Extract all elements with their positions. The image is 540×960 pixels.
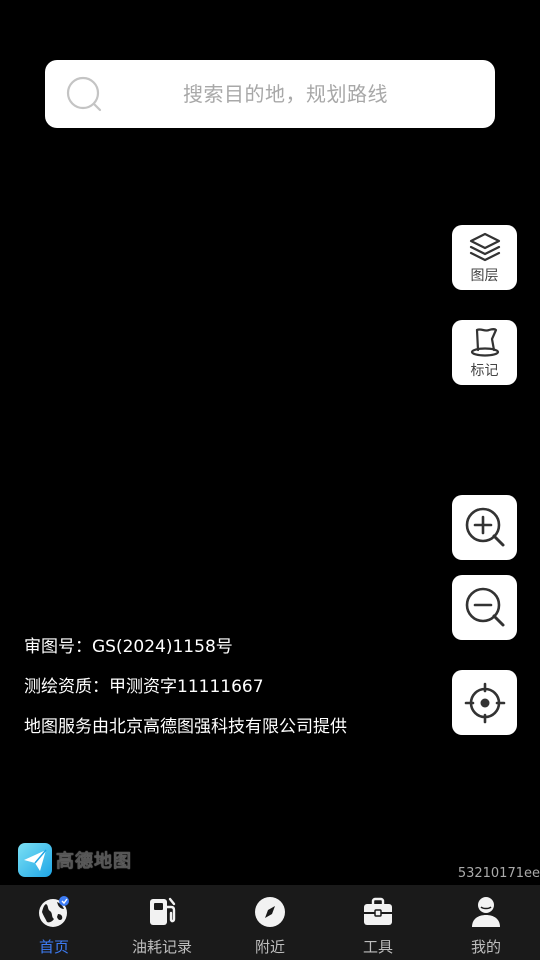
tab-nearby-label: 附近 [254, 938, 285, 956]
tab-mine[interactable]: 我的 [432, 885, 540, 960]
layers-button[interactable]: 图层 [452, 225, 517, 290]
search-icon [66, 76, 102, 112]
tab-tools[interactable]: 工具 [324, 885, 432, 960]
search-bar[interactable]: 搜索目的地，规划路线 [45, 60, 495, 128]
tab-nearby[interactable]: 附近 [216, 885, 324, 960]
tab-home[interactable]: 首页 [0, 885, 108, 960]
globe-icon [39, 896, 69, 927]
amap-logo-mark [18, 843, 52, 877]
toolbox-icon [364, 897, 392, 925]
user-icon [472, 897, 500, 927]
tab-home-label: 首页 [38, 938, 69, 956]
tab-fuel-records[interactable]: 油耗记录 [108, 885, 216, 960]
amap-logo: 高德地图 [18, 843, 143, 877]
zoom-out-button[interactable] [452, 575, 517, 640]
tab-mine-label: 我的 [470, 938, 501, 956]
marks-button[interactable]: 标记 [452, 320, 517, 385]
flag-icon [470, 328, 499, 357]
locate-button[interactable] [452, 670, 517, 735]
tab-fuel-records-label: 油耗记录 [131, 938, 192, 956]
zoom-in-icon [465, 507, 504, 547]
tab-tools-label: 工具 [362, 938, 393, 956]
zoom-out-icon [465, 587, 504, 627]
marks-label: 标记 [470, 363, 499, 379]
surveying-qualification: 测绘资质：甲测资字11111667 [24, 677, 264, 697]
map-approval-number: 审图号：GS(2024)1158号 [24, 637, 233, 657]
search-input[interactable]: 搜索目的地，规划路线 [183, 60, 388, 128]
locate-icon [464, 682, 505, 724]
layers-label: 图层 [470, 268, 499, 284]
amap-logo-text: 高德地图 [56, 851, 132, 872]
version-code: 53210171ee [457, 866, 540, 881]
layers-icon [469, 232, 500, 262]
map-provider-notice: 地图服务由北京高德图强科技有限公司提供 [24, 717, 347, 737]
fuel-pump-icon [150, 897, 176, 925]
zoom-in-button[interactable] [452, 495, 517, 560]
bottom-tab-bar: 首页 油耗记录 附近 工具 我的 [0, 885, 540, 960]
compass-icon [255, 897, 285, 927]
